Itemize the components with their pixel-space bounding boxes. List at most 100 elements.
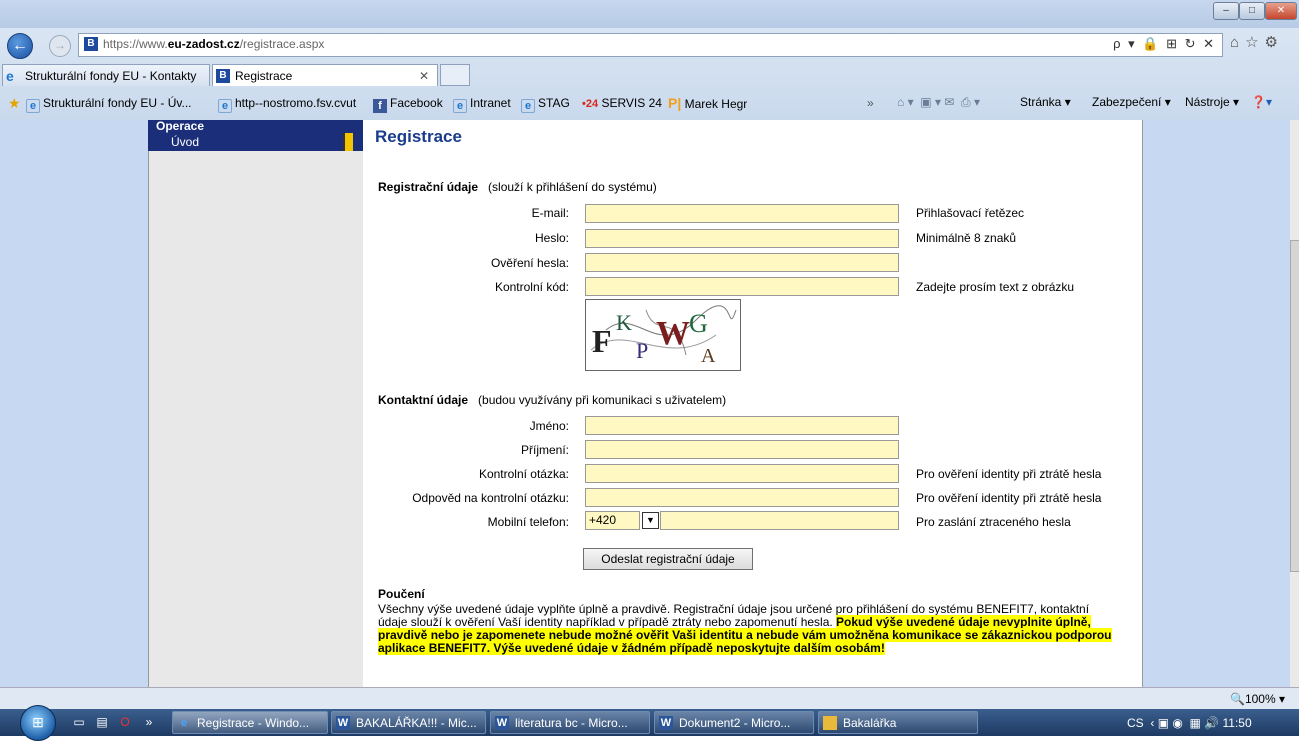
clock[interactable]: 11:50 xyxy=(1223,716,1252,730)
password-label: Heslo: xyxy=(534,231,569,245)
captcha-letter: G xyxy=(689,309,708,338)
system-tray: CS ‹ ▣ ◉ ▦ 🔊 11:50 xyxy=(1127,716,1252,730)
right-column xyxy=(1142,120,1291,687)
tray-expand-icon[interactable]: ‹ xyxy=(1150,716,1154,730)
taskbar-button[interactable]: e Registrace - Windo... xyxy=(172,711,328,734)
favorite-link[interactable]: e STAG xyxy=(521,95,570,113)
window-titlebar xyxy=(0,0,1299,28)
password-confirm-field[interactable] xyxy=(585,253,899,272)
status-bar: 🔍100% ▾ xyxy=(0,687,1299,710)
favorite-link[interactable]: •24 SERVIS 24 xyxy=(582,95,662,111)
opera-icon[interactable]: O xyxy=(116,713,134,731)
taskbar-button[interactable]: Bakalářka xyxy=(818,711,978,734)
captcha-field[interactable] xyxy=(585,277,899,296)
url-text[interactable]: https://www.eu-zadost.cz/registrace.aspx xyxy=(103,37,324,51)
show-desktop-icon[interactable]: ▭ xyxy=(70,713,88,731)
language-indicator[interactable]: CS xyxy=(1127,716,1144,730)
command-icons[interactable]: ⌂ ▾ ▣ ▾ ✉ ⎙ ▾ xyxy=(897,95,980,110)
ie-page-icon: e xyxy=(26,99,40,113)
ie-page-icon: e xyxy=(6,68,14,84)
close-window-button[interactable]: ✕ xyxy=(1265,2,1297,20)
menu-nastroje[interactable]: Nástroje ▾ xyxy=(1185,95,1239,109)
menu-stranka[interactable]: Stránka ▾ xyxy=(1020,95,1071,109)
left-sidebar xyxy=(148,120,364,687)
security-answer-label: Odpověd na kontrolní otázku: xyxy=(412,491,569,505)
captcha-letter: P xyxy=(636,338,648,363)
tab-label: Registrace xyxy=(235,69,293,83)
captcha-letter: K xyxy=(616,310,632,335)
browser-tool-icons: ⌂☆⚙ xyxy=(1230,33,1284,51)
favorite-link[interactable]: e Strukturální fondy EU - Úv... xyxy=(26,95,192,113)
more-favorites-icon[interactable]: » xyxy=(867,95,874,111)
tray-app-icon[interactable]: ◉ xyxy=(1172,716,1182,730)
favorite-link[interactable]: f Facebook xyxy=(373,95,443,113)
word-icon: W xyxy=(495,716,509,730)
last-name-field[interactable] xyxy=(585,440,899,459)
favorites-star-icon[interactable]: ☆ xyxy=(1245,34,1264,51)
new-tab-button[interactable] xyxy=(440,64,470,86)
favorites-bar: ★ e Strukturální fondy EU - Úv... e http--… xyxy=(0,90,1299,116)
taskbar-button[interactable]: W Dokument2 - Micro... xyxy=(654,711,814,734)
security-answer-field[interactable] xyxy=(585,488,899,507)
ie-icon: e xyxy=(180,717,188,729)
scrollbar-thumb[interactable] xyxy=(1290,240,1299,572)
tab-registrace[interactable]: B Registrace ✕ xyxy=(212,64,438,86)
minimize-button[interactable]: – xyxy=(1213,2,1239,20)
tab-kontakty[interactable]: e Strukturální fondy EU - Kontakty xyxy=(2,64,210,86)
submit-registration-button[interactable]: Odeslat registrační údaje xyxy=(583,548,753,570)
captcha-image: F K P W G A xyxy=(585,299,741,371)
taskbar-button[interactable]: W BAKALÁŘKA!!! - Mic... xyxy=(331,711,486,734)
password-hint: Minimálně 8 znaků xyxy=(916,231,1017,245)
forward-button[interactable]: → xyxy=(49,35,71,57)
favorite-link[interactable]: e Intranet xyxy=(453,95,511,113)
mobile-phone-label: Mobilní telefon: xyxy=(487,515,569,529)
sidebar-active-marker xyxy=(343,133,353,151)
captcha-hint: Zadejte prosím text z obrázku xyxy=(916,280,1075,294)
security-answer-hint: Pro ověření identity při ztrátě hesla xyxy=(916,491,1102,505)
zoom-control[interactable]: 🔍100% ▾ xyxy=(1230,692,1285,706)
captcha-letter: W xyxy=(656,315,690,352)
tab-close-icon[interactable]: ✕ xyxy=(419,65,429,86)
security-question-field[interactable] xyxy=(585,464,899,483)
phone-prefix-select[interactable]: +420 xyxy=(585,511,640,530)
notice-text: Všechny výše uvedené údaje vyplňte úplně… xyxy=(378,602,1112,655)
taskbar-button[interactable]: Wliteratura bc - Micro... xyxy=(490,711,650,734)
email-label: E-mail: xyxy=(531,206,569,220)
email-hint: Přihlašovací řetězec xyxy=(916,206,1025,220)
first-name-label: Jméno: xyxy=(529,419,569,433)
more-quicklaunch-icon[interactable]: » xyxy=(140,713,158,731)
zoom-icon: 🔍 xyxy=(1229,692,1245,706)
registration-section-heading: Registrační údaje (slouží k přihlášení d… xyxy=(378,180,657,194)
sidebar-heading: Operace xyxy=(148,120,364,133)
favorite-link[interactable]: P| Marek Hegr xyxy=(668,95,747,111)
email-field[interactable] xyxy=(585,204,899,223)
tray-app-icon[interactable]: ▣ xyxy=(1158,716,1169,730)
favorites-add-icon[interactable]: ★ xyxy=(8,95,21,111)
password-field[interactable] xyxy=(585,229,899,248)
ie-page-icon: e xyxy=(218,99,232,113)
chevron-down-icon[interactable]: ▼ xyxy=(642,512,659,529)
word-icon: W xyxy=(336,716,350,730)
password-confirm-label: Ověření hesla: xyxy=(490,256,569,270)
mobile-phone-field[interactable] xyxy=(660,511,899,530)
mobile-phone-hint: Pro zaslání ztraceného hesla xyxy=(916,515,1071,529)
favorite-link[interactable]: e http--nostromo.fsv.cvut xyxy=(218,95,356,113)
maximize-button[interactable]: □ xyxy=(1239,2,1265,20)
sidebar-item-uvod[interactable]: Úvod xyxy=(148,133,366,151)
home-icon[interactable]: ⌂ xyxy=(1230,34,1245,51)
quicklaunch-icon[interactable]: ▤ xyxy=(93,713,111,731)
menu-zabezpeceni[interactable]: Zabezpečení ▾ xyxy=(1092,95,1171,109)
security-question-label: Kontrolní otázka: xyxy=(478,467,569,481)
first-name-field[interactable] xyxy=(585,416,899,435)
ie-page-icon: e xyxy=(521,99,535,113)
gear-icon[interactable]: ⚙ xyxy=(1265,34,1284,51)
network-icon[interactable]: ▦ xyxy=(1190,716,1201,730)
site-favicon-icon: B xyxy=(84,37,98,51)
address-bar[interactable]: B https://www.eu-zadost.cz/registrace.as… xyxy=(78,33,1223,57)
back-button[interactable]: ← xyxy=(7,33,33,59)
address-tools[interactable]: ρ ▾ 🔒 ⊞ ↻ ✕ xyxy=(1113,36,1216,52)
captcha-letter: A xyxy=(701,345,716,367)
tab-label: Strukturální fondy EU - Kontakty xyxy=(25,69,197,83)
volume-icon[interactable]: 🔊 xyxy=(1204,716,1219,730)
help-icon[interactable]: ❓▾ xyxy=(1251,95,1272,109)
